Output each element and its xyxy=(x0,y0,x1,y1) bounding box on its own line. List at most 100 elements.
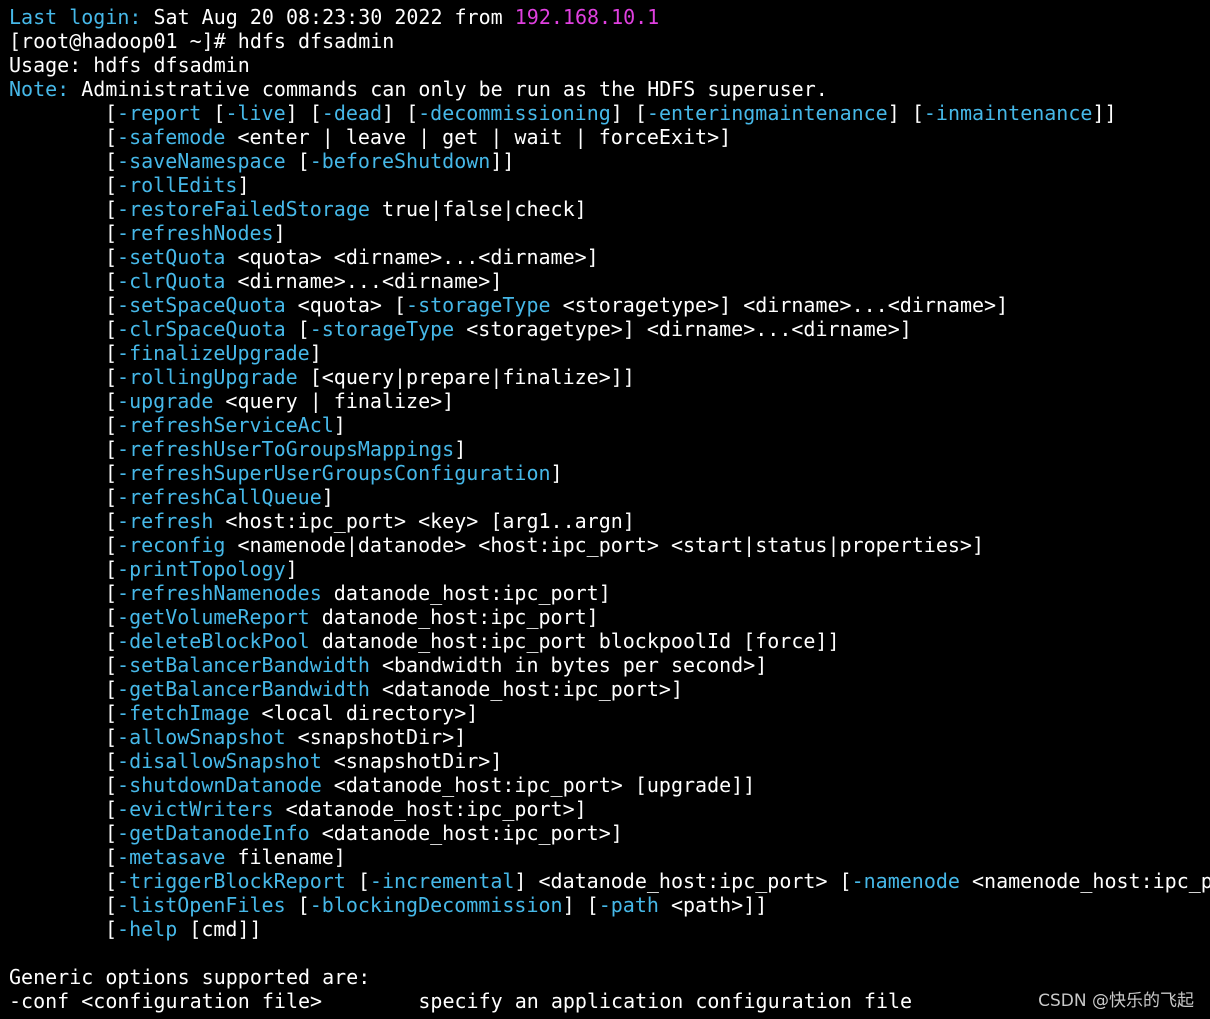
option-flag: -getVolumeReport xyxy=(117,605,310,629)
terminal-text: ] [ xyxy=(887,101,924,125)
usage-option-line: [-saveNamespace [-beforeShutdown]] xyxy=(0,149,1210,173)
option-flag: -getBalancerBandwidth xyxy=(117,677,370,701)
terminal-text: datanode_host:ipc_port blockpoolId [forc… xyxy=(309,629,840,653)
generic-options-block: Generic options supported are: -conf <con… xyxy=(0,941,1210,1013)
terminal-text: <dirname>...<dirname>] xyxy=(225,269,503,293)
terminal-text: [ xyxy=(201,101,226,125)
option-flag: -help xyxy=(117,917,178,941)
terminal-text: [ xyxy=(105,653,118,677)
terminal-text: [ xyxy=(105,725,118,749)
option-flag: -inmaintenance xyxy=(923,101,1093,125)
terminal-text: Sat Aug 20 08:23:30 2022 from xyxy=(141,5,515,29)
terminal-text: [ xyxy=(105,245,118,269)
terminal-text: ] [ xyxy=(562,893,599,917)
option-flag: -report xyxy=(117,101,202,125)
option-flag: -upgrade xyxy=(117,389,214,413)
terminal-text: <host:ipc_port> <key> [arg1..argn] xyxy=(213,509,635,533)
terminal-text: <namenode_host:ipc_p xyxy=(959,869,1210,893)
usage-option-line: [-refreshUserToGroupsMappings] xyxy=(0,437,1210,461)
option-flag: -clrQuota xyxy=(117,269,226,293)
option-flag: -finalizeUpgrade xyxy=(117,341,310,365)
terminal-text: [ xyxy=(105,749,118,773)
terminal-text: <datanode_host:ipc_port>] xyxy=(273,797,587,821)
option-flag: -beforeShutdown xyxy=(309,149,491,173)
terminal-text: [ xyxy=(105,341,118,365)
terminal-text: ] xyxy=(309,341,322,365)
option-flag: -live xyxy=(225,101,286,125)
terminal-text: ] xyxy=(321,485,334,509)
terminal-text: -conf <configuration file> specify an ap… xyxy=(9,989,913,1013)
terminal-text: [ xyxy=(345,869,370,893)
option-flag: -refreshCallQueue xyxy=(117,485,322,509)
terminal-text: <query | finalize>] xyxy=(213,389,455,413)
terminal-line: Note: Administrative commands can only b… xyxy=(0,77,1210,101)
terminal-text: <datanode_host:ipc_port>] xyxy=(309,821,623,845)
usage-option-line: [-printTopology] xyxy=(0,557,1210,581)
usage-option-line: [-clrQuota <dirname>...<dirname>] xyxy=(0,269,1210,293)
option-flag: -incremental xyxy=(369,869,515,893)
terminal-text: <storagetype>] <dirname>...<dirname>] xyxy=(454,317,912,341)
terminal-text: ] [ xyxy=(382,101,419,125)
terminal-line: Last login: Sat Aug 20 08:23:30 2022 fro… xyxy=(0,5,1210,29)
terminal-text: [root@hadoop01 ~]# hdfs dfsadmin xyxy=(9,29,395,53)
option-flag: -getDatanodeInfo xyxy=(117,821,310,845)
terminal-text: [ xyxy=(105,869,118,893)
usage-option-line: [-refreshSuperUserGroupsConfiguration] xyxy=(0,461,1210,485)
terminal-text: [ xyxy=(285,317,310,341)
option-flag: -refreshUserToGroupsMappings xyxy=(117,437,455,461)
usage-option-line: [-triggerBlockReport [-incremental] <dat… xyxy=(0,869,1210,893)
option-flag: -rollingUpgrade xyxy=(117,365,298,389)
login-and-command-block: Last login: Sat Aug 20 08:23:30 2022 fro… xyxy=(0,5,1210,101)
terminal-line: [root@hadoop01 ~]# hdfs dfsadmin xyxy=(0,29,1210,53)
terminal-text: <storagetype>] <dirname>...<dirname>] xyxy=(550,293,1009,317)
terminal-window[interactable]: Last login: Sat Aug 20 08:23:30 2022 fro… xyxy=(0,0,1210,1019)
usage-option-line: [-refreshServiceAcl] xyxy=(0,413,1210,437)
terminal-text: [cmd]] xyxy=(177,917,262,941)
terminal-text: <quota> <dirname>...<dirname>] xyxy=(225,245,599,269)
option-flag: -listOpenFiles xyxy=(117,893,286,917)
option-flag: -setQuota xyxy=(117,245,226,269)
usage-option-line: [-rollingUpgrade [<query|prepare|finaliz… xyxy=(0,365,1210,389)
terminal-text: [ xyxy=(105,701,118,725)
terminal-text: [ xyxy=(105,485,118,509)
usage-option-line: [-safemode <enter | leave | get | wait |… xyxy=(0,125,1210,149)
terminal-text: [ xyxy=(105,197,118,221)
usage-option-line: [-setSpaceQuota <quota> [-storageType <s… xyxy=(0,293,1210,317)
usage-option-line: [-evictWriters <datanode_host:ipc_port>] xyxy=(0,797,1210,821)
option-flag: -enteringmaintenance xyxy=(646,101,888,125)
option-flag: -dead xyxy=(321,101,382,125)
terminal-text: [ xyxy=(105,845,118,869)
terminal-text: datanode_host:ipc_port] xyxy=(321,581,611,605)
option-flag: -decommissioning xyxy=(418,101,611,125)
option-flag: -refreshNodes xyxy=(117,221,274,245)
terminal-text: [ xyxy=(105,125,118,149)
terminal-text: [ xyxy=(105,365,118,389)
terminal-text: [ xyxy=(105,581,118,605)
usage-option-line: [-help [cmd]] xyxy=(0,917,1210,941)
terminal-text: [ xyxy=(105,221,118,245)
usage-option-line: [-getBalancerBandwidth <datanode_host:ip… xyxy=(0,677,1210,701)
terminal-text: [ xyxy=(105,149,118,173)
terminal-text: filename] xyxy=(225,845,346,869)
terminal-line: Generic options supported are: xyxy=(0,965,1210,989)
option-flag: -refreshNamenodes xyxy=(117,581,322,605)
terminal-text: [ xyxy=(105,389,118,413)
terminal-text: [ xyxy=(105,557,118,581)
terminal-text: [ xyxy=(285,149,310,173)
terminal-text: <enter | leave | get | wait | forceExit>… xyxy=(225,125,732,149)
terminal-text: [ xyxy=(105,317,118,341)
usage-option-line: [-upgrade <query | finalize>] xyxy=(0,389,1210,413)
option-flag: -storageType xyxy=(406,293,551,317)
option-flag: -disallowSnapshot xyxy=(117,749,322,773)
option-flag: -restoreFailedStorage xyxy=(117,197,370,221)
terminal-text: [<query|prepare|finalize>]] xyxy=(297,365,635,389)
usage-option-line: [-deleteBlockPool datanode_host:ipc_port… xyxy=(0,629,1210,653)
terminal-line: -conf <configuration file> specify an ap… xyxy=(0,989,1210,1013)
host-address: 192.168.10.1 xyxy=(514,5,660,29)
terminal-text: [ xyxy=(105,821,118,845)
terminal-text: <snapshotDir>] xyxy=(285,725,467,749)
terminal-text: ] xyxy=(273,221,286,245)
usage-option-line: [-refresh <host:ipc_port> <key> [arg1..a… xyxy=(0,509,1210,533)
terminal-text: [ xyxy=(105,509,118,533)
